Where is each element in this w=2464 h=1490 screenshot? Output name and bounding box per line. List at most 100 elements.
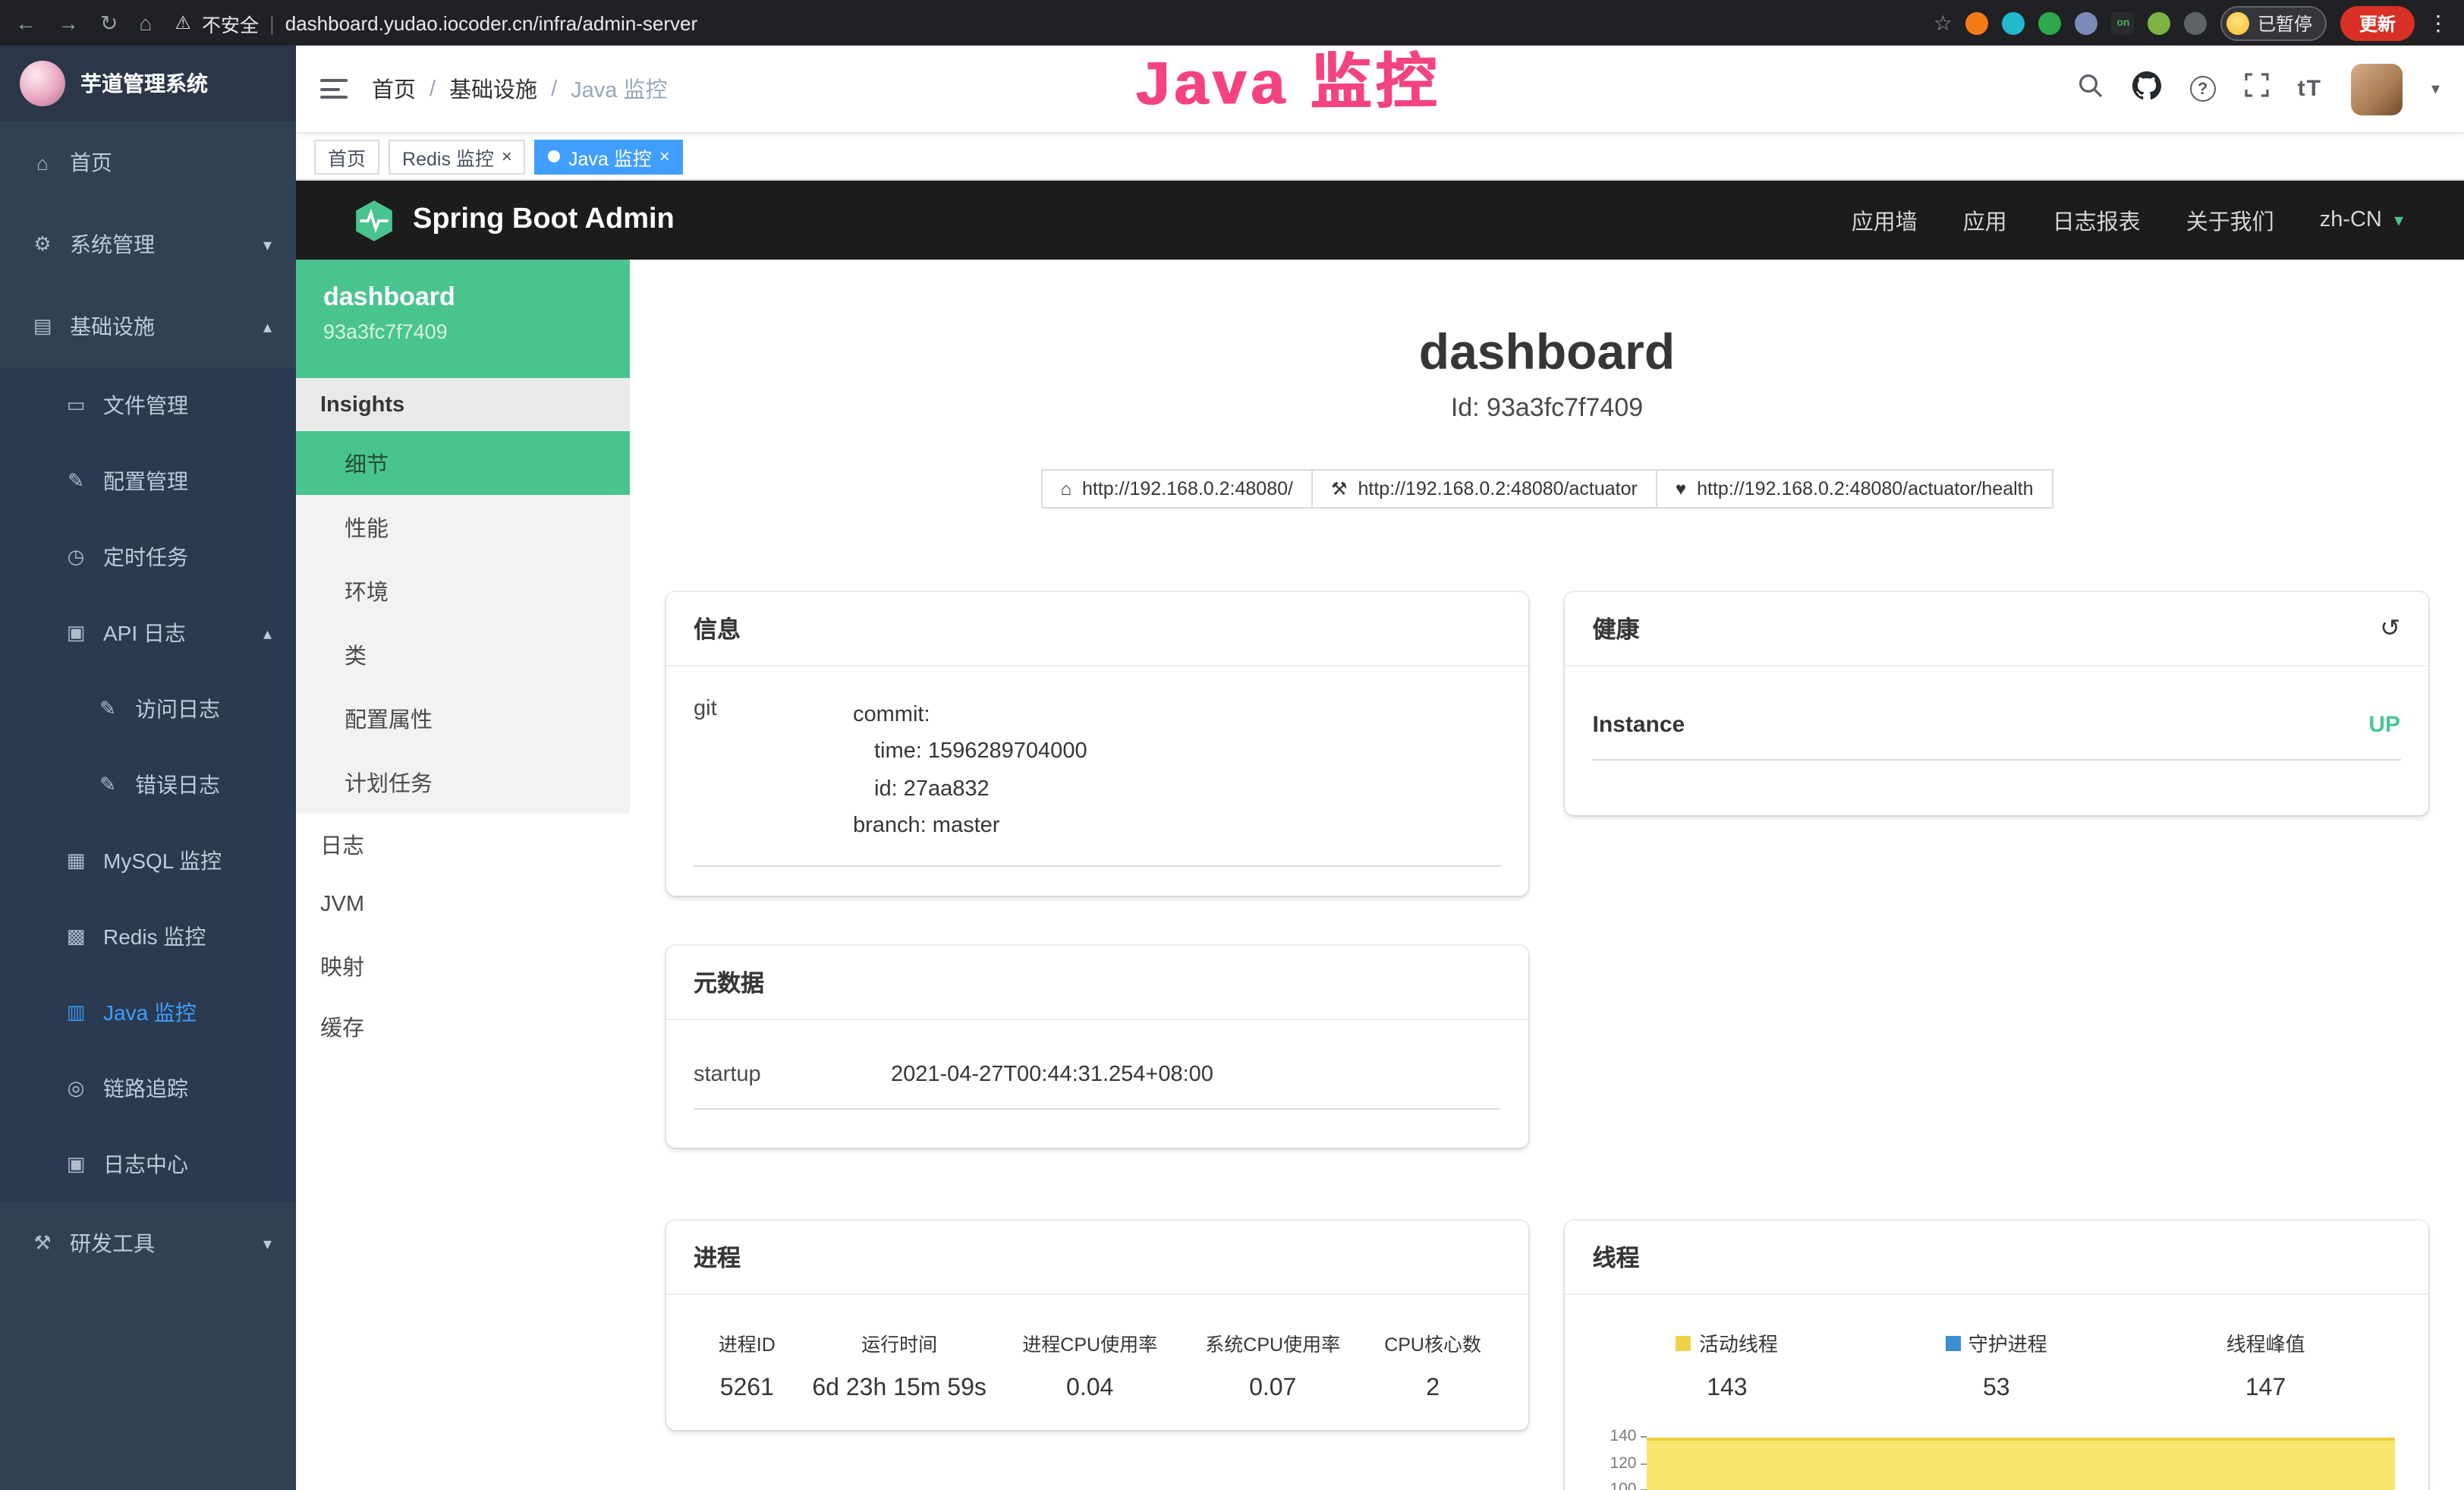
breadcrumb-home[interactable]: 首页 xyxy=(372,73,416,105)
sidebar-item-file-manage[interactable]: ▭ 文件管理 xyxy=(0,367,296,443)
main-area: 首页 / 基础设施 / Java 监控 ? xyxy=(296,46,2464,1490)
sba-logo-icon xyxy=(354,198,395,242)
tab-redis-monitor[interactable]: Redis 监控 × xyxy=(389,139,526,174)
page-title: dashboard xyxy=(630,323,2464,381)
user-avatar[interactable] xyxy=(2351,63,2403,115)
sba-menu-jvm[interactable]: JVM xyxy=(296,874,630,935)
sidebar-item-error-log[interactable]: ✎ 错误日志 xyxy=(0,747,296,823)
font-size-icon[interactable]: tT xyxy=(2298,76,2322,102)
chevron-up-icon: ▴ xyxy=(263,623,272,643)
link-url: http://192.168.0.2:48080/actuator xyxy=(1358,478,1638,499)
browser-menu-icon[interactable]: ⋮ xyxy=(2428,10,2449,36)
process-table: 进程ID 运行时间 进程CPU使用率 系统CPU使用率 CPU核心数 5261 … xyxy=(694,1319,1502,1403)
extension-icon-2[interactable] xyxy=(2003,11,2025,34)
sidebar-item-config-manage[interactable]: ✎ 配置管理 xyxy=(0,443,296,519)
sba-menu-logs[interactable]: 日志 xyxy=(296,814,630,874)
base-url-link[interactable]: ⌂ http://192.168.0.2:48080/ xyxy=(1040,469,1313,509)
sidebar-item-tracing[interactable]: ◎ 链路追踪 xyxy=(0,1051,296,1126)
help-icon[interactable]: ? xyxy=(2190,76,2216,102)
threads-card-header: 线程 xyxy=(1566,1221,2428,1295)
sidebar-item-api-log[interactable]: ▣ API 日志 ▴ xyxy=(0,595,296,671)
fullscreen-icon[interactable] xyxy=(2245,73,2269,105)
infra-icon: ▤ xyxy=(30,314,55,339)
sba-menu-caches[interactable]: 缓存 xyxy=(296,996,630,1057)
app-logo[interactable]: 芋道管理系统 xyxy=(0,46,296,121)
home-icon[interactable]: ⌂ xyxy=(139,11,152,35)
sidebar-item-java-monitor[interactable]: ▥ Java 监控 xyxy=(0,975,296,1051)
info-card-body: git commit: time: 1596289704000 id: 27aa… xyxy=(666,666,1529,901)
sba-menu-mappings[interactable]: 映射 xyxy=(296,935,630,996)
tab-home[interactable]: 首页 xyxy=(314,139,379,174)
extension-icon-6[interactable] xyxy=(2148,11,2171,34)
process-val-cpu: 0.04 xyxy=(999,1375,1182,1403)
forward-icon[interactable]: → xyxy=(58,11,79,35)
history-icon[interactable]: ↺ xyxy=(2380,613,2400,644)
actuator-url-link[interactable]: ⚒ http://192.168.0.2:48080/actuator xyxy=(1313,469,1657,509)
extension-icon-3[interactable] xyxy=(2039,11,2062,34)
sba-brand[interactable]: Spring Boot Admin xyxy=(354,198,675,242)
bookmark-star-icon[interactable]: ☆ xyxy=(1934,10,1953,36)
sidebar-item-scheduled-jobs[interactable]: ◷ 定时任务 xyxy=(0,519,296,595)
reload-icon[interactable]: ↻ xyxy=(100,10,118,36)
security-label[interactable]: 不安全 xyxy=(202,8,259,37)
sba-nav-applications[interactable]: 应用 xyxy=(1963,204,2007,236)
instance-links: ⌂ http://192.168.0.2:48080/ ⚒ http://192… xyxy=(630,469,2464,509)
sidebar-item-redis-monitor[interactable]: ▩ Redis 监控 xyxy=(0,899,296,975)
startup-row: startup 2021-04-27T00:44:31.254+08:00 xyxy=(694,1044,1502,1110)
metadata-card-header: 元数据 xyxy=(666,946,1529,1020)
infrastructure-submenu: ▭ 文件管理 ✎ 配置管理 ◷ 定时任务 ▣ API 日志 ▴ ✎ xyxy=(0,367,296,1202)
tab-java-monitor[interactable]: Java 监控 × xyxy=(535,139,684,174)
extension-icon-4[interactable] xyxy=(2075,11,2098,34)
sba-menu-scheduled-tasks[interactable]: 计划任务 xyxy=(296,750,630,814)
breadcrumb-section[interactable]: 基础设施 xyxy=(449,73,537,105)
legend-active-threads: 活动线程 xyxy=(1593,1328,1862,1357)
legend-daemon-threads: 守护进程 xyxy=(1861,1328,2131,1357)
sba-nav-wall[interactable]: 应用墙 xyxy=(1852,204,1918,236)
sba-nav-journal[interactable]: 日志报表 xyxy=(2053,204,2141,236)
sba-menu-environment[interactable]: 环境 xyxy=(296,559,630,622)
back-icon[interactable]: ← xyxy=(15,11,36,35)
top-navbar: 首页 / 基础设施 / Java 监控 ? xyxy=(296,46,2464,134)
sidebar-item-log-center[interactable]: ▣ 日志中心 xyxy=(0,1126,296,1202)
log-icon: ▣ xyxy=(64,621,88,645)
instance-health-row: Instance UP xyxy=(1593,691,2401,761)
page-subtitle: Id: 93a3fc7f7409 xyxy=(630,393,2464,424)
close-icon[interactable]: × xyxy=(659,147,670,165)
breadcrumb-separator: / xyxy=(551,77,557,101)
sidebar-item-mysql-monitor[interactable]: ▦ MySQL 监控 xyxy=(0,823,296,899)
clock-icon: ◷ xyxy=(64,545,88,569)
sidebar-item-access-log[interactable]: ✎ 访问日志 xyxy=(0,671,296,747)
health-url-link[interactable]: ♥ http://192.168.0.2:48080/actuator/heal… xyxy=(1657,469,2053,509)
extension-icon-7[interactable] xyxy=(2185,11,2208,34)
extension-icon-5[interactable]: on xyxy=(2112,11,2135,34)
sidebar-item-infrastructure[interactable]: ▤ 基础设施 ▴ xyxy=(0,285,296,367)
sidebar-item-label: API 日志 xyxy=(103,618,186,648)
sba-menu-details[interactable]: 细节 xyxy=(296,431,630,495)
sba-menu-performance[interactable]: 性能 xyxy=(296,495,630,559)
sidebar-item-system[interactable]: ⚙ 系统管理 ▾ xyxy=(0,203,296,285)
sidebar-item-home[interactable]: ⌂ 首页 xyxy=(0,121,296,203)
git-row: git commit: time: 1596289704000 id: 27aa… xyxy=(694,691,1502,868)
extension-icon-1[interactable] xyxy=(1966,11,1989,34)
sba-locale-select[interactable]: zh-CN ▾ xyxy=(2320,208,2403,232)
file-icon: ▭ xyxy=(64,393,88,417)
url-text[interactable]: dashboard.yudao.iocoder.cn/infra/admin-s… xyxy=(285,11,697,34)
health-card-title: 健康 xyxy=(1593,612,1640,645)
log-center-icon: ▣ xyxy=(64,1152,88,1177)
github-icon[interactable] xyxy=(2132,71,2161,107)
avatar-caret-icon[interactable]: ▾ xyxy=(2431,79,2440,99)
search-icon[interactable] xyxy=(2078,72,2104,106)
close-icon[interactable]: × xyxy=(502,147,512,165)
sba-nav-about[interactable]: 关于我们 xyxy=(2186,204,2274,236)
instance-header: dashboard 93a3fc7f7409 xyxy=(296,260,630,378)
sidebar-item-devtools[interactable]: ⚒ 研发工具 ▾ xyxy=(0,1202,296,1284)
app-title: 芋道管理系统 xyxy=(80,68,208,99)
hamburger-icon[interactable] xyxy=(320,79,348,99)
sba-menu-config-props[interactable]: 配置属性 xyxy=(296,686,630,750)
info-card-header: 信息 xyxy=(666,592,1529,666)
git-commit-line: commit: xyxy=(853,697,1087,734)
sba-menu-classes[interactable]: 类 xyxy=(296,622,630,686)
update-button[interactable]: 更新 xyxy=(2341,5,2414,40)
profile-paused-badge[interactable]: 已暂停 xyxy=(2221,5,2327,40)
address-bar[interactable]: ⚠ 不安全 | dashboard.yudao.iocoder.cn/infra… xyxy=(175,8,697,37)
